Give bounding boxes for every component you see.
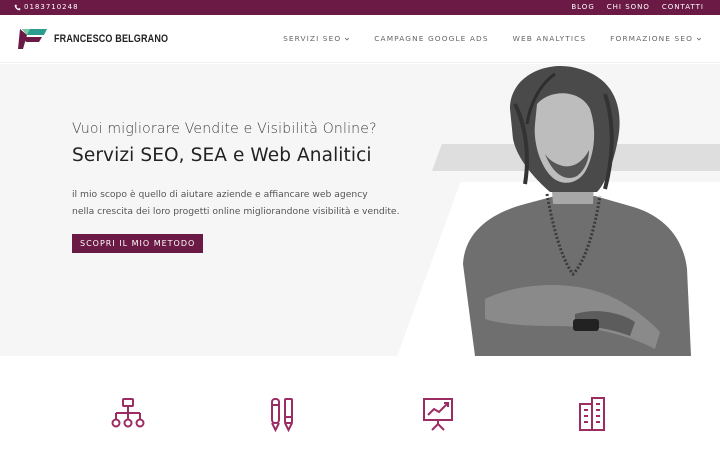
hero-subtitle: Vuoi migliorare Vendite e Visibilità Onl…	[72, 121, 377, 137]
sitemap-icon	[111, 398, 145, 428]
services-section	[0, 356, 720, 450]
phone-contact[interactable]: 0183710248	[14, 3, 79, 11]
nav-item-servizi-seo[interactable]: SERVIZI SEO	[283, 34, 350, 43]
hero-text: Vuoi migliorare Vendite e Visibilità Onl…	[72, 121, 412, 253]
phone-number: 0183710248	[24, 3, 79, 11]
chevron-down-icon	[696, 37, 702, 40]
site-header: FRANCESCO BELGRANO SERVIZI SEO CAMPAGNE …	[0, 15, 720, 63]
nav-label: FORMAZIONE SEO	[610, 34, 693, 43]
top-links: BLOG CHI SONO CONTATTI	[571, 3, 704, 11]
hero-description: il mio scopo è quello di aiutare aziende…	[72, 186, 412, 220]
nav-label: CAMPAGNE GOOGLE ADS	[374, 34, 489, 43]
logo-text: FRANCESCO BELGRANO	[54, 33, 169, 45]
pencil-tools-icon	[271, 398, 293, 432]
hero-description-line: il mio scopo è quello di aiutare aziende…	[72, 189, 368, 200]
top-link-blog[interactable]: BLOG	[571, 3, 594, 11]
top-link-chi-sono[interactable]: CHI SONO	[607, 3, 650, 11]
top-link-contatti[interactable]: CONTATTI	[662, 3, 704, 11]
nav-label: SERVIZI SEO	[283, 34, 342, 43]
site-logo[interactable]: FRANCESCO BELGRANO	[18, 27, 193, 51]
nav-item-formazione-seo[interactable]: FORMAZIONE SEO	[610, 34, 702, 43]
main-nav: SERVIZI SEO CAMPAGNE GOOGLE ADS WEB ANAL…	[283, 34, 702, 43]
nav-label: WEB ANALYTICS	[512, 34, 587, 43]
logo-mark-icon	[18, 29, 47, 49]
hero-section: Vuoi migliorare Vendite e Visibilità Onl…	[0, 64, 720, 356]
cta-button[interactable]: SCOPRI IL MIO METODO	[72, 234, 204, 253]
portrait-photo	[463, 65, 691, 356]
nav-item-web-analytics[interactable]: WEB ANALYTICS	[513, 34, 587, 43]
buildings-icon	[579, 397, 605, 431]
hero-title: Servizi SEO, SEA e Web Analitici	[72, 145, 372, 166]
phone-icon	[14, 4, 21, 10]
top-bar: 0183710248 BLOG CHI SONO CONTATTI	[0, 0, 720, 15]
hero-description-line: nella crescita dei loro progetti online …	[72, 206, 400, 217]
presentation-chart-icon	[423, 398, 453, 431]
chevron-down-icon	[345, 37, 350, 40]
nav-item-campagne-google-ads[interactable]: CAMPAGNE GOOGLE ADS	[374, 34, 488, 43]
